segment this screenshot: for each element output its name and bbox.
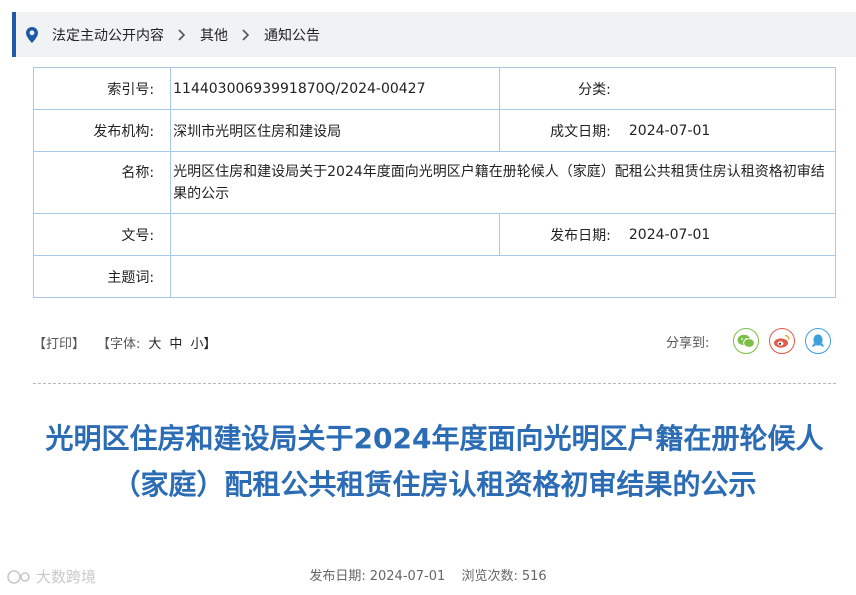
watermark-text: 大数跨境 — [36, 568, 97, 586]
publish-date-label: 发布日期: — [499, 213, 627, 256]
index-label: 索引号: — [32, 67, 172, 110]
view-count-label: 浏览次数: — [461, 569, 518, 584]
article-title: 光明区住房和建设局关于2024年度面向光明区户籍在册轮候人（家庭）配租公共租赁住… — [45, 422, 824, 501]
watermark-logo-icon — [7, 569, 30, 584]
breadcrumb-link-public-content[interactable]: 法定主动公开内容 — [52, 25, 164, 45]
breadcrumb-link-notices[interactable]: 通知公告 — [264, 25, 320, 45]
font-medium-button[interactable]: 中 — [169, 333, 182, 352]
qq-share-button[interactable] — [805, 328, 832, 354]
wechat-share-button[interactable] — [733, 328, 760, 354]
watermark: 大数跨境 — [6, 566, 96, 587]
breadcrumb-link-other[interactable]: 其他 — [200, 25, 228, 45]
doc-number-value — [170, 213, 501, 256]
font-size-label: 【字体: — [97, 337, 141, 352]
location-pin-icon — [26, 26, 52, 43]
chevron-right-icon — [178, 28, 186, 41]
print-button[interactable]: 【打印】 — [33, 333, 85, 352]
share-bar: 分享到: — [666, 328, 832, 354]
weibo-icon — [774, 334, 791, 348]
keywords-label: 主题词: — [32, 255, 172, 298]
font-large-button[interactable]: 大 — [148, 333, 161, 352]
publisher-label: 发布机构: — [32, 109, 172, 152]
category-label: 分类: — [499, 67, 627, 110]
publish-date-label: 发布日期: — [309, 569, 366, 584]
font-small-button[interactable]: 小】 — [190, 333, 216, 352]
keywords-value — [170, 255, 836, 298]
chevron-right-icon — [242, 28, 250, 41]
font-size-controls: 【字体: 大 中 小】 — [97, 333, 216, 352]
name-value: 光明区住房和建设局关于2024年度面向光明区户籍在册轮候人（家庭）配租公共租赁住… — [170, 151, 836, 214]
weibo-share-button[interactable] — [769, 328, 796, 354]
created-date-value: 2024-07-01 — [626, 109, 836, 152]
publish-date-value: 2024-07-01 — [626, 213, 836, 256]
qq-icon — [812, 334, 825, 347]
category-value — [626, 67, 836, 110]
document-meta-table: 索引号: 11440300693991870Q/2024-00427 分类: 发… — [32, 67, 836, 298]
article-toolbar: 【打印】 【字体: 大 中 小】 — [33, 333, 216, 352]
wechat-icon — [737, 334, 756, 348]
name-label: 名称: — [32, 151, 172, 214]
breadcrumb: 法定主动公开内容 其他 通知公告 — [12, 12, 856, 57]
section-divider — [33, 383, 836, 384]
created-date-label: 成文日期: — [499, 109, 627, 152]
publisher-value: 深圳市光明区住房和建设局 — [170, 109, 501, 152]
doc-number-label: 文号: — [32, 213, 172, 256]
publish-info: 发布日期: 2024-07-01 浏览次数: 516 — [0, 565, 856, 584]
share-label: 分享到: — [666, 335, 710, 351]
publish-date-value: 2024-07-01 — [369, 569, 446, 584]
view-count-value: 516 — [521, 569, 547, 584]
index-value: 11440300693991870Q/2024-00427 — [170, 67, 501, 110]
